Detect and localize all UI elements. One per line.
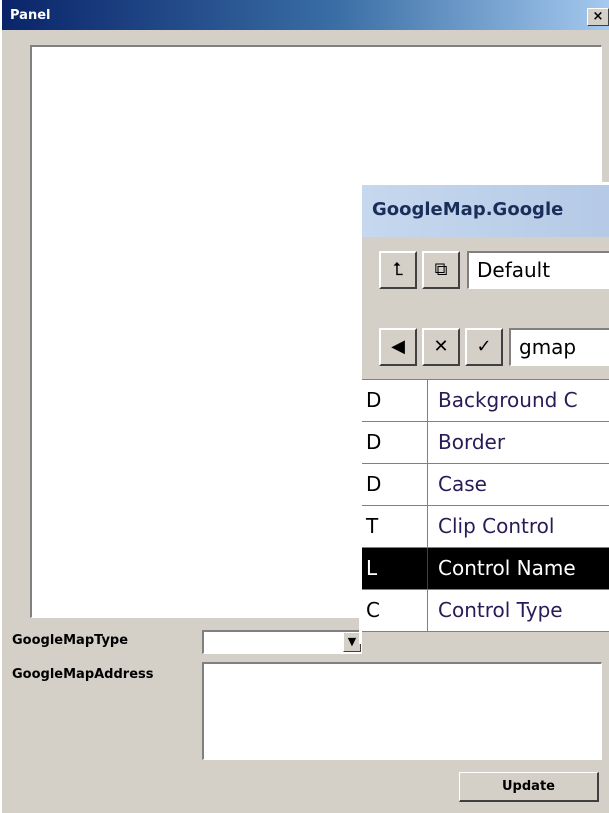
- previous-button[interactable]: ◀: [379, 328, 417, 366]
- map-type-combobox[interactable]: ▼: [202, 630, 362, 654]
- property-grid: D Background C D Border D Case T Clip Co…: [362, 379, 609, 644]
- cancel-icon: ✕: [433, 336, 449, 357]
- window-titlebar[interactable]: Panel ×: [2, 0, 609, 30]
- window-title: Panel: [10, 8, 51, 23]
- chevron-down-icon: ▼: [347, 635, 357, 648]
- property-row[interactable]: D Case: [362, 464, 609, 506]
- previous-icon: ◀: [391, 336, 405, 357]
- view-select[interactable]: Default: [467, 251, 609, 289]
- property-row[interactable]: D Border: [362, 422, 609, 464]
- property-code: C: [362, 590, 428, 631]
- accept-button[interactable]: ✓: [465, 328, 503, 366]
- close-button[interactable]: ×: [587, 8, 609, 26]
- map-address-field[interactable]: [202, 662, 602, 760]
- property-row[interactable]: C Control Type: [362, 590, 609, 632]
- tree-view-button[interactable]: ⧉: [422, 251, 460, 289]
- property-row[interactable]: T Clip Control: [362, 506, 609, 548]
- property-code: T: [362, 506, 428, 547]
- property-name: Background C: [438, 388, 578, 412]
- property-row-selected[interactable]: L Control Name: [362, 548, 609, 590]
- property-row[interactable]: D Background C: [362, 380, 609, 422]
- property-inspector: GoogleMap.Google ⮤ ⧉ Default ◀ ✕ ✓ gmap …: [359, 182, 609, 644]
- property-code: L: [362, 548, 428, 589]
- control-name-field[interactable]: gmap: [509, 328, 609, 366]
- inspector-title: GoogleMap.Google: [372, 199, 564, 220]
- property-code: D: [362, 464, 428, 505]
- property-name: Control Type: [438, 598, 563, 622]
- map-type-label: GoogleMapType: [12, 633, 129, 648]
- map-address-label: GoogleMapAddress: [12, 667, 154, 682]
- property-name: Clip Control: [438, 514, 555, 538]
- cancel-button[interactable]: ✕: [422, 328, 460, 366]
- property-name: Control Name: [438, 556, 576, 580]
- inspector-titlebar[interactable]: GoogleMap.Google: [362, 185, 609, 237]
- property-name: Case: [438, 472, 487, 496]
- up-level-icon: ⮤: [392, 259, 404, 280]
- update-button[interactable]: Update: [459, 772, 599, 802]
- accept-icon: ✓: [476, 336, 492, 357]
- panel-window: Panel × GoogleMapType ▼ GoogleMapAddress…: [0, 0, 609, 813]
- up-level-button[interactable]: ⮤: [379, 251, 417, 289]
- property-code: D: [362, 422, 428, 463]
- tree-view-icon: ⧉: [434, 259, 448, 280]
- property-code: D: [362, 380, 428, 421]
- property-name: Border: [438, 430, 506, 454]
- close-icon: ×: [592, 9, 604, 24]
